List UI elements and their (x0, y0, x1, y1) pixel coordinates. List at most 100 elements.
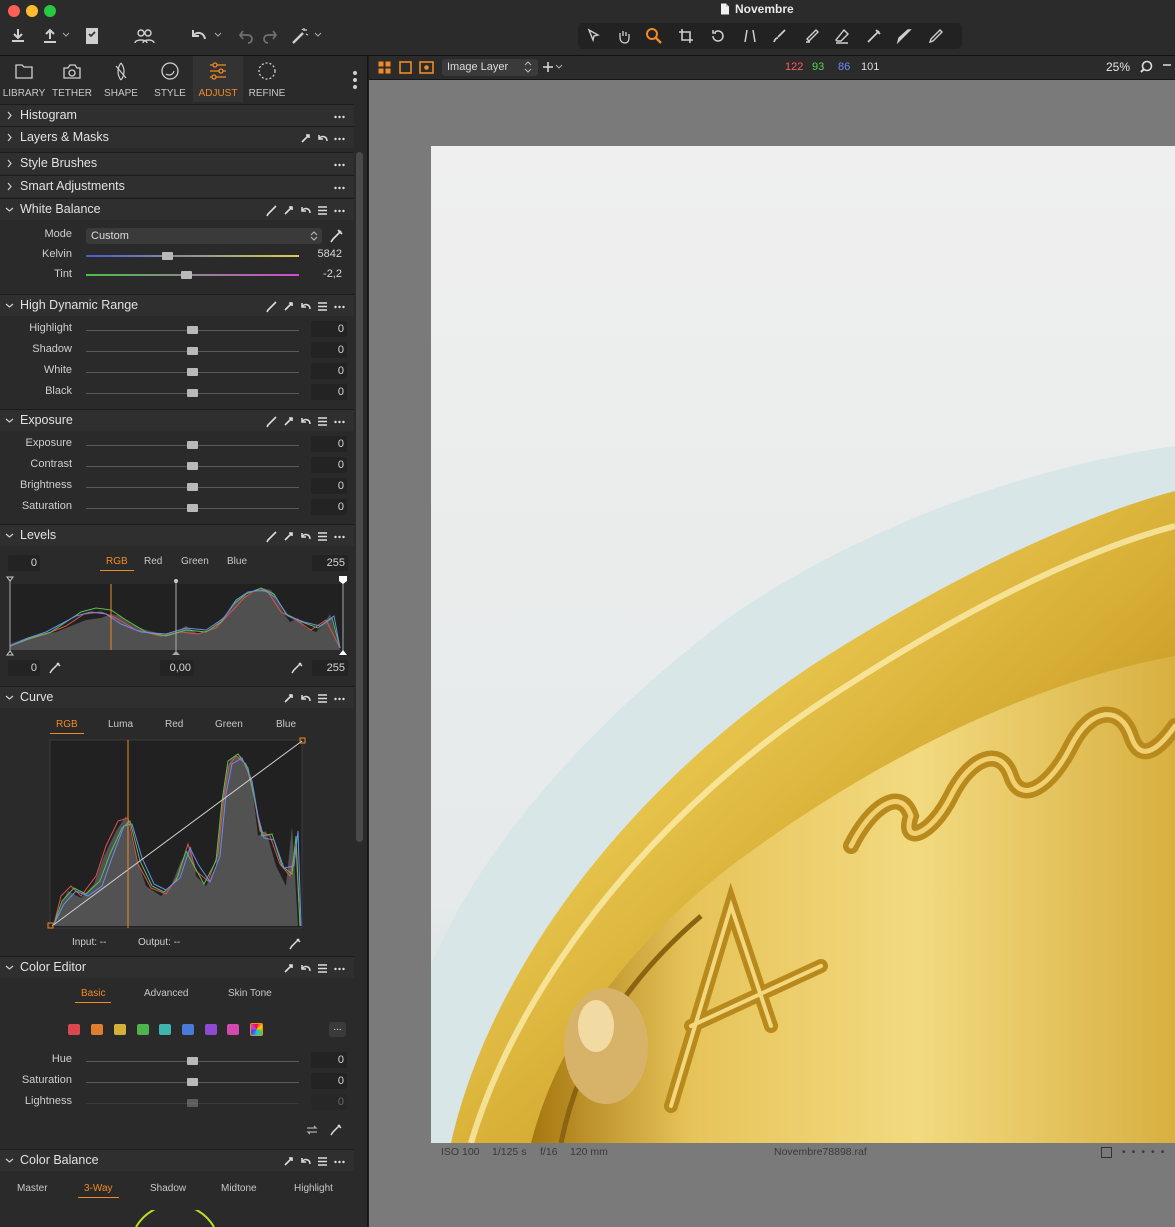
purple-swatch[interactable] (205, 1024, 217, 1035)
reset-icon[interactable] (316, 132, 329, 145)
chevron-down-icon[interactable] (314, 31, 322, 39)
cb-tab-midtone[interactable]: Midtone (221, 1183, 257, 1194)
zoom-window-button[interactable] (44, 5, 56, 17)
reset-icon[interactable] (299, 300, 312, 313)
red-swatch[interactable] (68, 1024, 80, 1035)
copy-apply-icon[interactable] (282, 204, 295, 217)
copy-apply-icon[interactable] (282, 692, 295, 705)
saturation-value[interactable]: 0 (311, 499, 347, 515)
black-point-picker-icon[interactable] (48, 661, 62, 675)
reset-icon[interactable] (299, 530, 312, 543)
levels-input-low[interactable]: 0 (8, 555, 40, 571)
annotate-icon[interactable] (892, 24, 916, 48)
chevron-down-icon[interactable] (5, 693, 14, 702)
more-horizontal-icon[interactable] (333, 692, 346, 705)
ce-hue-slider-thumb[interactable] (187, 1057, 198, 1065)
tint-slider-thumb[interactable] (181, 271, 192, 279)
close-window-button[interactable] (8, 5, 20, 17)
saturation-slider-thumb[interactable] (187, 504, 198, 512)
section-color-balance[interactable]: Color Balance (0, 1149, 354, 1171)
tab-shape[interactable]: SHAPE (96, 56, 146, 102)
eraser-icon[interactable] (830, 24, 854, 48)
magic-wand-icon[interactable] (288, 24, 312, 48)
cb-tab-master[interactable]: Master (17, 1183, 48, 1194)
swap-icon[interactable] (305, 1123, 319, 1137)
section-style-brushes[interactable]: Style Brushes (0, 152, 354, 174)
chevron-down-icon[interactable] (5, 963, 14, 972)
chevron-down-icon[interactable] (5, 416, 14, 425)
photo[interactable] (431, 146, 1175, 1143)
section-levels[interactable]: Levels (0, 524, 354, 546)
color-editor-tab-basic[interactable]: Basic (74, 988, 113, 1003)
ce-saturation-value[interactable]: 0 (311, 1073, 347, 1089)
shadow-value[interactable]: 0 (311, 342, 347, 358)
kelvin-slider-thumb[interactable] (162, 252, 173, 260)
color-editor-tab-advanced[interactable]: Advanced (144, 988, 188, 999)
copy-apply-icon[interactable] (282, 415, 295, 428)
ce-saturation-slider-thumb[interactable] (187, 1078, 198, 1086)
panel-scrollbar[interactable] (356, 152, 363, 842)
section-color-editor[interactable]: Color Editor (0, 956, 354, 978)
color-picker-icon[interactable] (329, 1123, 343, 1137)
exposure-value[interactable]: 0 (311, 436, 347, 452)
copy-apply-icon[interactable] (282, 962, 295, 975)
black-value[interactable]: 0 (311, 384, 347, 400)
curve-tab-luma[interactable]: Luma (108, 719, 133, 730)
more-horizontal-icon[interactable] (333, 300, 346, 313)
presets-menu-icon[interactable] (316, 530, 329, 543)
contrast-value[interactable]: 0 (311, 457, 347, 473)
undo-icon[interactable] (186, 24, 210, 48)
cb-tab-highlight[interactable]: Highlight (294, 1183, 333, 1194)
reset-icon[interactable] (299, 692, 312, 705)
curve-picker-icon[interactable] (288, 937, 302, 951)
more-horizontal-icon[interactable] (333, 415, 346, 428)
copy-apply-icon[interactable] (299, 132, 312, 145)
levels-tab-blue[interactable]: Blue (227, 556, 247, 567)
copy-apply-icon[interactable] (282, 1155, 295, 1168)
reset-icon[interactable] (299, 415, 312, 428)
zoom-icon[interactable] (1140, 60, 1154, 74)
presets-menu-icon[interactable] (316, 415, 329, 428)
contrast-slider-thumb[interactable] (187, 462, 198, 470)
import-icon[interactable] (6, 24, 30, 48)
presets-menu-icon[interactable] (316, 692, 329, 705)
zoom-level[interactable]: 25% (1106, 60, 1130, 74)
kelvin-slider-track[interactable] (86, 255, 299, 257)
more-vertical-icon[interactable] (348, 68, 362, 92)
ce-lightness-value[interactable]: 0 (311, 1094, 347, 1110)
chevron-down-icon[interactable] (5, 1156, 14, 1165)
chevron-right-icon[interactable] (5, 182, 14, 191)
more-horizontal-icon[interactable] (333, 110, 346, 123)
wb-picker-icon[interactable] (328, 228, 344, 244)
green-swatch[interactable] (137, 1024, 149, 1035)
presets-menu-icon[interactable] (316, 204, 329, 217)
white-slider-thumb[interactable] (187, 368, 198, 376)
brightness-value[interactable]: 0 (311, 478, 347, 494)
color-editor-tab-skin-tone[interactable]: Skin Tone (228, 988, 272, 999)
more-horizontal-icon[interactable] (333, 1155, 346, 1168)
minimize-window-button[interactable] (26, 5, 38, 17)
grid-view-icon[interactable] (378, 61, 391, 74)
blue-swatch[interactable] (182, 1024, 194, 1035)
highlight-slider-thumb[interactable] (187, 326, 198, 334)
tab-library[interactable]: LIBRARY (0, 56, 49, 102)
chevron-down-icon[interactable] (5, 531, 14, 540)
more-horizontal-icon[interactable] (333, 181, 346, 194)
orange-swatch[interactable] (91, 1024, 103, 1035)
crop-icon[interactable] (674, 24, 698, 48)
section-exposure[interactable]: Exposure (0, 409, 354, 431)
copy-apply-icon[interactable] (282, 300, 295, 313)
more-horizontal-icon[interactable] (333, 132, 346, 145)
more-horizontal-icon[interactable] (333, 158, 346, 171)
chevron-down-icon[interactable] (5, 301, 14, 310)
more-horizontal-icon[interactable] (333, 962, 346, 975)
curve-tab-red[interactable]: Red (165, 719, 183, 730)
cb-tab-3way[interactable]: 3-Way (78, 1183, 118, 1198)
brightness-slider-thumb[interactable] (187, 483, 198, 491)
levels-tab-green[interactable]: Green (181, 556, 209, 567)
levels-output-low[interactable]: 0 (8, 660, 40, 676)
reset-icon[interactable] (299, 962, 312, 975)
pen-icon[interactable] (924, 24, 948, 48)
curve-tab-green[interactable]: Green (215, 719, 243, 730)
tab-tether[interactable]: TETHER (47, 56, 97, 102)
